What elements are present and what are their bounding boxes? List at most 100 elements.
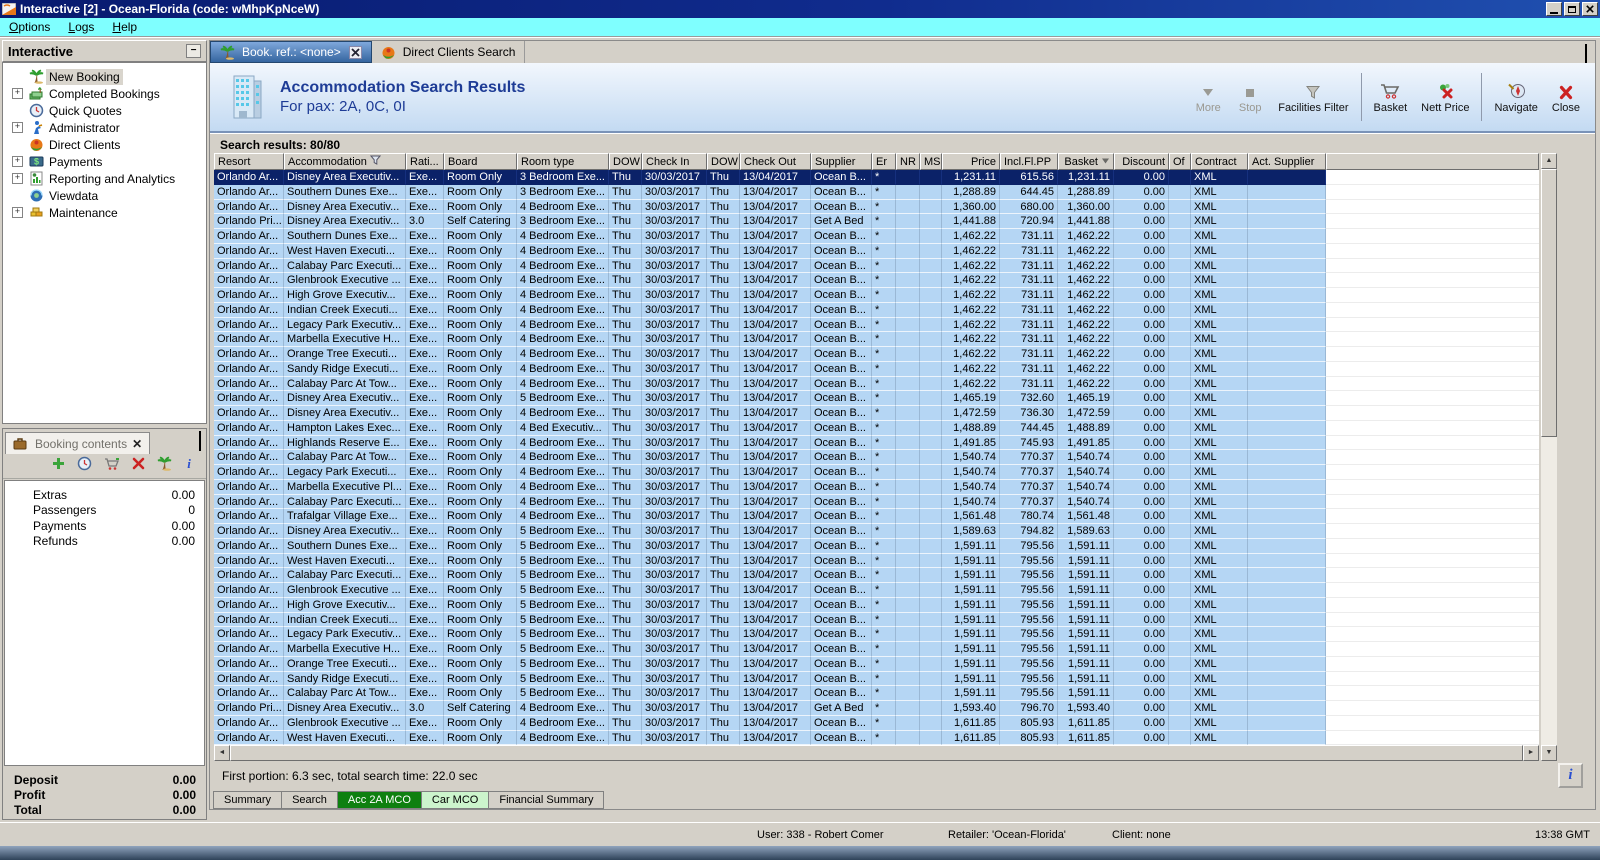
close-tab-icon[interactable]: ✕ [132,437,142,451]
booking-contents-row[interactable]: Refunds0.00 [5,534,204,550]
info-icon[interactable]: i [184,457,194,475]
table-row[interactable]: Orlando Ar...West Haven Executi...Exe...… [214,244,1539,259]
table-row[interactable]: Orlando Ar...High Grove Executiv...Exe..… [214,598,1539,613]
sidebar-item-maintenance[interactable]: +Maintenance [3,204,206,221]
tab-book-ref-none-[interactable]: Book. ref.: <none> [210,41,372,63]
table-row[interactable]: Orlando Ar...Sandy Ridge Executi...Exe..… [214,672,1539,687]
booking-contents-row[interactable]: Payments0.00 [5,518,204,534]
sidebar-item-payments[interactable]: +$Payments [3,153,206,170]
column-header-ms[interactable]: MS [920,153,942,170]
column-header-room-type[interactable]: Room type [517,153,609,170]
info-button[interactable]: i [1558,763,1583,788]
column-header-supplier[interactable]: Supplier [811,153,872,170]
table-row[interactable]: Orlando Ar...Calabay Parc Executi...Exe.… [214,495,1539,510]
column-header-discount[interactable]: Discount [1114,153,1169,170]
table-row[interactable]: Orlando Ar...Indian Creek Executi...Exe.… [214,303,1539,318]
table-row[interactable]: Orlando Ar...Calabay Parc Executi...Exe.… [214,259,1539,274]
vertical-scroll-thumb[interactable] [1541,169,1557,437]
column-header-er[interactable]: Er [872,153,896,170]
minimize-button[interactable] [1546,2,1562,16]
table-row[interactable]: Orlando Ar...Marbella Executive H...Exe.… [214,642,1539,657]
column-header-act-supplier[interactable]: Act. Supplier [1248,153,1326,170]
table-row[interactable]: Orlando Ar...Marbella Executive H...Exe.… [214,332,1539,347]
toolbar-button-nett-price[interactable]: Nett Price [1414,74,1476,121]
scroll-down-icon[interactable]: ▼ [1541,745,1557,761]
table-row[interactable]: Orlando Ar...Hampton Lakes Exec...Exe...… [214,421,1539,436]
table-row[interactable]: Orlando Ar...Orange Tree Executi...Exe..… [214,347,1539,362]
close-button[interactable] [1582,2,1598,16]
table-row[interactable]: Orlando Ar...Glenbrook Executive ...Exe.… [214,716,1539,731]
table-row[interactable]: Orlando Ar...Legacy Park Executi...Exe..… [214,465,1539,480]
column-header-nr[interactable]: NR [896,153,920,170]
bottom-tab-search[interactable]: Search [281,791,338,809]
column-header-check-out[interactable]: Check Out [740,153,811,170]
menu-item-options[interactable]: Options [0,20,59,34]
expand-icon[interactable]: + [12,207,23,218]
scroll-up-icon[interactable]: ▲ [1541,153,1557,169]
column-header-dow[interactable]: DOW [707,153,740,170]
horizontal-scroll-thumb[interactable] [230,745,1523,761]
menu-item-help[interactable]: Help [103,20,146,34]
column-header-basket[interactable]: Basket [1058,153,1114,170]
table-row[interactable]: Orlando Ar...Glenbrook Executive ...Exe.… [214,583,1539,598]
sidebar-item-new-booking[interactable]: New Booking [3,68,206,85]
toolbar-button-close[interactable]: Close [1545,74,1587,121]
tab-direct-clients-search[interactable]: Direct Clients Search [372,41,526,63]
toolbar-button-navigate[interactable]: Navigate [1487,74,1544,121]
table-row[interactable]: Orlando Ar...Legacy Park Executiv...Exe.… [214,318,1539,333]
add-icon[interactable] [52,457,65,475]
expand-icon[interactable]: + [12,88,23,99]
booking-contents-row[interactable]: Passengers0 [5,503,204,519]
column-header-dow[interactable]: DOW [609,153,642,170]
bottom-tab-acc-2a-mco[interactable]: Acc 2A MCO [337,791,422,809]
column-header-accommodation[interactable]: Accommodation [284,153,406,170]
horizontal-scrollbar[interactable]: ◄ ► [214,745,1539,761]
table-row[interactable]: Orlando Ar...Sandy Ridge Executi...Exe..… [214,362,1539,377]
expand-icon[interactable]: + [12,156,23,167]
table-row[interactable]: Orlando Ar...Indian Creek Executi...Exe.… [214,613,1539,628]
table-row[interactable]: Orlando Ar...West Haven Executi...Exe...… [214,554,1539,569]
sidebar-item-quick-quotes[interactable]: Quick Quotes [3,102,206,119]
toolbar-button-basket[interactable]: Basket [1367,74,1415,121]
clock-icon[interactable] [77,456,92,476]
filter-funnel-icon[interactable] [370,155,381,168]
bottom-tab-financial-summary[interactable]: Financial Summary [488,791,604,809]
bottom-tab-car-mco[interactable]: Car MCO [421,791,489,809]
table-row[interactable]: Orlando Pri...Disney Area Executiv...3.0… [214,701,1539,716]
booking-contents-row[interactable]: Extras0.00 [5,487,204,503]
table-row[interactable]: Orlando Ar...Marbella Executive Pl...Exe… [214,480,1539,495]
table-row[interactable]: Orlando Ar...Disney Area Executiv...Exe.… [214,391,1539,406]
table-row[interactable]: Orlando Ar...Trafalgar Village Exe...Exe… [214,509,1539,524]
table-row[interactable]: Orlando Ar...Disney Area Executiv...Exe.… [214,406,1539,421]
column-header-rati-[interactable]: Rati... [406,153,444,170]
toolbar-button-facilities-filter[interactable]: Facilities Filter [1271,74,1355,121]
column-header-of[interactable]: Of [1169,153,1191,170]
column-header-price[interactable]: Price [942,153,1000,170]
menu-item-logs[interactable]: Logs [59,20,103,34]
cart-icon[interactable] [104,457,120,476]
mdi-maximize-icon[interactable] [1585,46,1587,64]
palm-tree-icon[interactable] [157,456,172,476]
bottom-tab-summary[interactable]: Summary [213,791,282,809]
table-row[interactable]: Orlando Ar...West Haven Executi...Exe...… [214,731,1539,746]
scroll-left-icon[interactable]: ◄ [214,745,230,761]
table-row[interactable]: Orlando Ar...Orange Tree Executi...Exe..… [214,657,1539,672]
booking-contents-tab[interactable]: Booking contents ✕ [5,432,150,454]
sidebar-item-completed-bookings[interactable]: +Completed Bookings [3,85,206,102]
restore-button[interactable] [1564,2,1580,16]
table-row[interactable]: Orlando Ar...Calabay Parc At Tow...Exe..… [214,686,1539,701]
sidebar-item-direct-clients[interactable]: Direct Clients [3,136,206,153]
delete-icon[interactable] [132,457,145,475]
table-row[interactable]: Orlando Ar...High Grove Executiv...Exe..… [214,288,1539,303]
column-header-incl-fl-pp[interactable]: Incl.Fl.PP [1000,153,1058,170]
maximize-panel-icon[interactable] [199,433,201,451]
column-header-check-in[interactable]: Check In [642,153,707,170]
table-row[interactable]: Orlando Ar...Calabay Parc At Tow...Exe..… [214,377,1539,392]
table-row[interactable]: Orlando Ar...Disney Area Executiv...Exe.… [214,170,1539,185]
column-header-board[interactable]: Board [444,153,517,170]
table-row[interactable]: Orlando Ar...Disney Area Executiv...Exe.… [214,200,1539,215]
table-row[interactable]: Orlando Ar...Calabay Parc Executi...Exe.… [214,568,1539,583]
table-row[interactable]: Orlando Ar...Glenbrook Executive ...Exe.… [214,273,1539,288]
sidebar-item-reporting-and-analytics[interactable]: +Reporting and Analytics [3,170,206,187]
scroll-right-icon[interactable]: ► [1523,745,1539,761]
